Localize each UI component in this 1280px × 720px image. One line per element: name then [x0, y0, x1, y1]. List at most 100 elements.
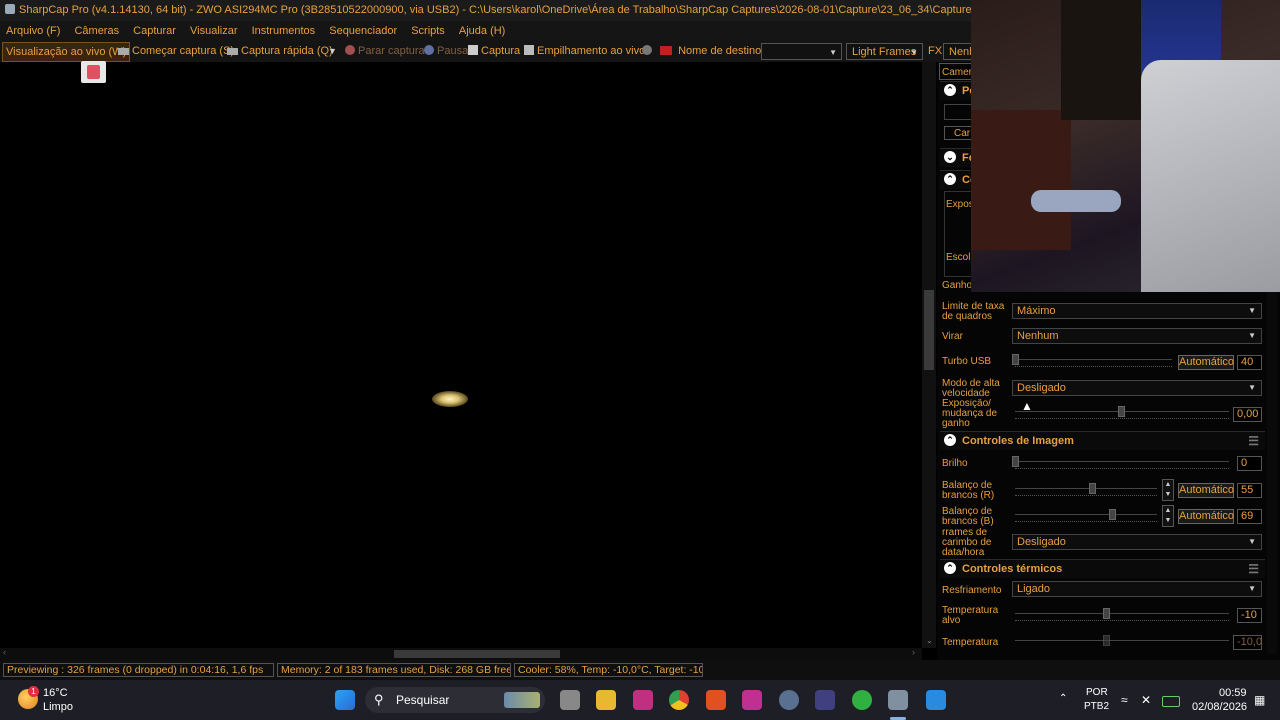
- chevron-down-icon: ▼: [829, 48, 837, 57]
- wb-blue-value[interactable]: 69: [1237, 509, 1262, 524]
- preview-vertical-scroll-thumb[interactable]: [924, 290, 934, 370]
- app-pink-icon[interactable]: [633, 690, 653, 710]
- search-icon: ⚲: [374, 692, 384, 707]
- language-2[interactable]: PTB2: [1084, 701, 1109, 712]
- frame-rate-limit-select[interactable]: Máximo ▼: [1012, 303, 1262, 319]
- wb-red-spinner[interactable]: ▲ ▼: [1162, 479, 1174, 501]
- target-temp-slider-knob[interactable]: [1103, 608, 1110, 619]
- shelf-image: [1061, 0, 1141, 120]
- camera-icon: [227, 48, 238, 55]
- turbo-usb-value[interactable]: 40: [1237, 355, 1262, 370]
- pause-button[interactable]: Pausa: [424, 41, 468, 62]
- task-view-icon[interactable]: [560, 690, 580, 710]
- turbo-usb-slider-knob[interactable]: [1012, 354, 1019, 365]
- app-globe-icon[interactable]: [779, 690, 799, 710]
- wb-red-slider-track[interactable]: [1015, 488, 1157, 489]
- clock-date[interactable]: 02/08/2026: [1192, 701, 1247, 713]
- notification-icon[interactable]: ▦: [1254, 693, 1265, 707]
- partial-button[interactable]: Car: [944, 126, 974, 140]
- wb-red-auto-button[interactable]: Automático: [1178, 483, 1234, 498]
- record-indicator-icon: [642, 41, 655, 62]
- weather-desc[interactable]: Limpo: [43, 701, 73, 713]
- app-magenta-icon[interactable]: [742, 690, 762, 710]
- brightness-slider-track[interactable]: [1015, 461, 1229, 462]
- panel-scrollbar[interactable]: [1267, 292, 1277, 654]
- chevron-down-icon: ▼: [910, 48, 918, 57]
- target-temp-slider-track[interactable]: [1015, 613, 1229, 614]
- turbo-usb-slider-track[interactable]: [1015, 359, 1172, 360]
- timestamp-frames-select[interactable]: Desligado ▼: [1012, 534, 1262, 550]
- app-green-icon[interactable]: [852, 690, 872, 710]
- high-speed-mode-label: Modo de alta velocidade: [942, 378, 1000, 399]
- exposure-gain-slider-ticks: [1015, 418, 1229, 421]
- frame-type-select[interactable]: Light Frames ▼: [846, 43, 923, 60]
- preview-overlay-button[interactable]: [81, 61, 106, 83]
- wb-blue-spinner[interactable]: ▲ ▼: [1162, 505, 1174, 527]
- tray-overflow-icon[interactable]: ⌃: [1059, 693, 1067, 704]
- brightness-value[interactable]: 0: [1237, 456, 1262, 471]
- quick-capture-dropdown-arrow-icon[interactable]: ▼: [328, 41, 337, 62]
- menu-cameras[interactable]: Câmeras: [74, 25, 119, 37]
- wb-red-value[interactable]: 55: [1237, 483, 1262, 498]
- menu-capture[interactable]: Capturar: [133, 25, 176, 37]
- hamburger-menu-icon[interactable]: ☰: [1248, 432, 1259, 450]
- clock-time[interactable]: 00:59: [1219, 687, 1247, 699]
- exposure-gain-value[interactable]: 0,00: [1233, 407, 1262, 422]
- flip-select[interactable]: Nenhum ▼: [1012, 328, 1262, 344]
- live-stack-button[interactable]: Empilhamento ao vivo: [524, 41, 645, 62]
- camera-icon: [118, 48, 129, 55]
- taskbar-search-box[interactable]: ⚲ Pesquisar: [365, 687, 545, 713]
- app-blue-icon[interactable]: [926, 690, 946, 710]
- wifi-icon[interactable]: ≈: [1121, 693, 1128, 707]
- menu-file[interactable]: Arquivo (F): [6, 25, 60, 37]
- target-name-select[interactable]: ▼: [761, 43, 842, 60]
- chrome-icon[interactable]: [669, 690, 689, 710]
- temperature-value: -10,0: [1233, 635, 1262, 650]
- thermal-controls-header[interactable]: ⌃ Controles térmicos ☰: [940, 559, 1265, 578]
- high-speed-mode-select[interactable]: Desligado ▼: [1012, 380, 1262, 396]
- timestamp-frames-label: rrames de carimbo de data/hora: [942, 528, 992, 556]
- turbo-usb-auto-button[interactable]: Automático: [1178, 355, 1234, 370]
- cooling-select[interactable]: Ligado ▼: [1012, 581, 1262, 597]
- stop-capture-button[interactable]: Parar captura: [345, 41, 425, 62]
- brightness-slider-knob[interactable]: [1012, 456, 1019, 467]
- brave-icon[interactable]: [706, 690, 726, 710]
- pause-label: Pausa: [437, 45, 469, 57]
- file-explorer-icon[interactable]: [596, 690, 616, 710]
- scroll-right-icon[interactable]: ›: [912, 647, 915, 657]
- menu-help[interactable]: Ajuda (H): [459, 25, 505, 37]
- scroll-down-icon[interactable]: ⌄: [926, 636, 933, 645]
- volume-muted-icon[interactable]: ✕: [1141, 693, 1151, 707]
- wb-blue-slider-track[interactable]: [1015, 514, 1157, 515]
- quick-capture-button[interactable]: Captura rápida (Q): [227, 41, 333, 62]
- live-preview-area[interactable]: [0, 62, 922, 648]
- hamburger-menu-icon[interactable]: ☰: [1248, 560, 1259, 578]
- exposure-gain-slider-knob[interactable]: [1118, 406, 1125, 417]
- image-controls-header[interactable]: ⌃ Controles de Imagem ☰: [940, 431, 1265, 450]
- menu-scripts[interactable]: Scripts: [411, 25, 445, 37]
- start-capture-button[interactable]: Começar captura (S): [118, 41, 234, 62]
- windows-start-icon[interactable]: [335, 690, 355, 710]
- status-cooler: Cooler: 58%, Temp: -10,0°C, Target: -10,…: [514, 663, 703, 677]
- sharpcap-taskbar-icon[interactable]: [888, 690, 908, 710]
- thermal-controls-title: Controles térmicos: [962, 563, 1063, 575]
- app-galaxy-icon[interactable]: [815, 690, 835, 710]
- language-1[interactable]: POR: [1086, 687, 1108, 698]
- wb-blue-slider-knob[interactable]: [1109, 509, 1116, 520]
- pause-icon: [424, 45, 434, 55]
- weather-temp[interactable]: 16°C: [43, 687, 68, 699]
- wb-red-slider-knob[interactable]: [1089, 483, 1096, 494]
- target-temp-value[interactable]: -10: [1237, 608, 1262, 623]
- preview-horizontal-scroll-thumb[interactable]: [394, 650, 560, 658]
- battery-icon[interactable]: [1162, 696, 1180, 707]
- window-title: SharpCap Pro (v4.1.14130, 64 bit) - ZWO …: [19, 4, 1030, 16]
- scroll-left-icon[interactable]: ‹: [3, 647, 6, 657]
- wb-blue-auto-button[interactable]: Automático: [1178, 509, 1234, 524]
- snapshot-button[interactable]: Captura: [468, 41, 520, 62]
- menu-view[interactable]: Visualizar: [190, 25, 238, 37]
- live-view-button[interactable]: Visualização ao vivo (W): [2, 42, 131, 62]
- menu-tools[interactable]: Instrumentos: [252, 25, 316, 37]
- menu-sequencer[interactable]: Sequenciador: [329, 25, 397, 37]
- chevron-down-icon: ▼: [1248, 331, 1256, 340]
- flip-label: Virar: [942, 331, 963, 342]
